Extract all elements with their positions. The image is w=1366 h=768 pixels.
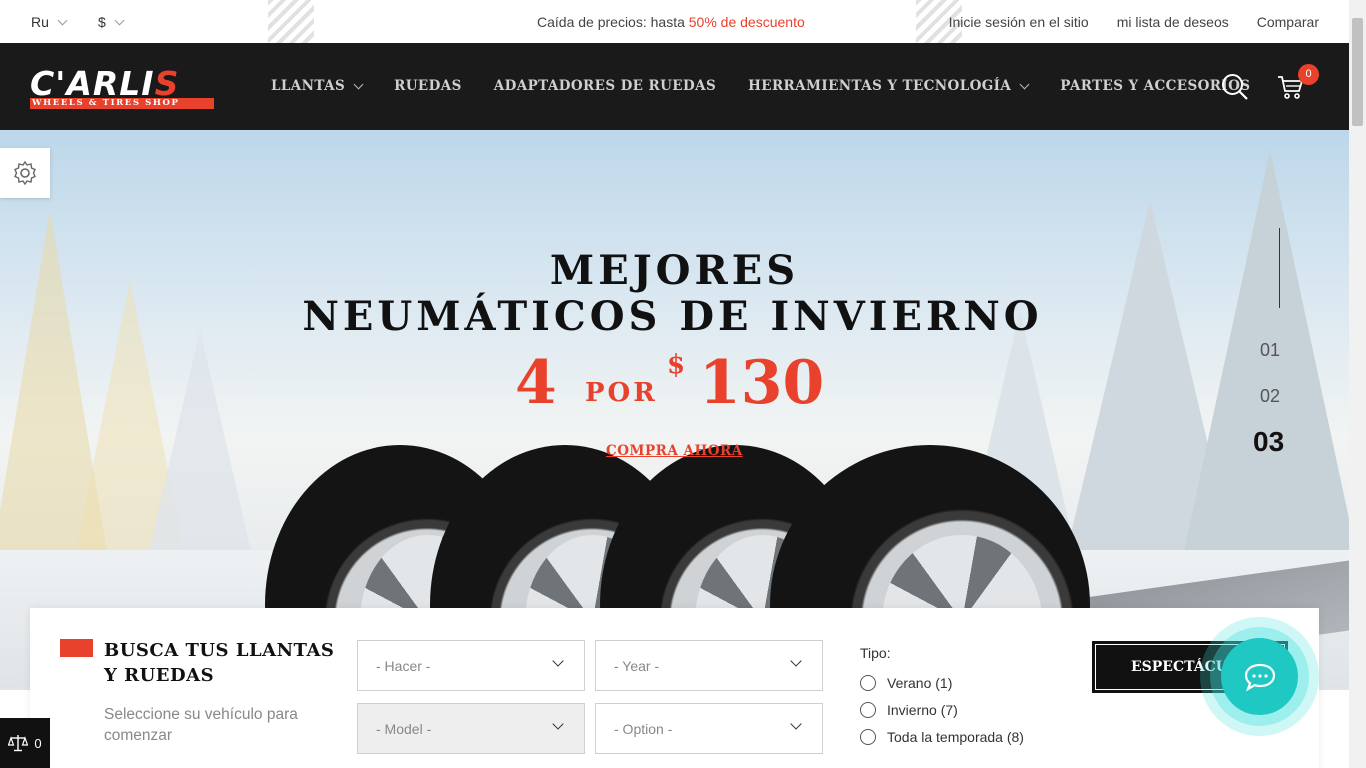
compare-count: 0 xyxy=(34,735,42,751)
search-icon[interactable] xyxy=(1221,73,1249,101)
language-selector[interactable]: Ru xyxy=(31,14,68,30)
chevron-down-icon xyxy=(114,15,125,25)
compare-link[interactable]: Comparar xyxy=(1257,14,1319,30)
slide-number-02[interactable]: 02 xyxy=(1260,386,1280,407)
currency-value: $ xyxy=(98,14,106,30)
top-bar: Ru $ Caída de precios: hasta 50% de desc… xyxy=(0,0,1366,43)
chevron-down-icon xyxy=(1019,79,1030,89)
year-select-value: - Year - xyxy=(614,658,660,674)
search-title: BUSCA TUS LLANTAS Y RUEDAS xyxy=(104,640,335,686)
hero-title-line2: NEUMÁTICOS DE INVIERNO xyxy=(302,293,1043,340)
main-navigation: C'ARLIS WHEELS & TIRES SHOP LLANTAS RUED… xyxy=(0,43,1349,130)
scrollbar-thumb[interactable] xyxy=(1352,18,1363,126)
nav-item-label: LLANTAS xyxy=(271,78,346,94)
search-subtitle: Seleccione su vehículo para comenzar xyxy=(104,706,298,744)
scale-icon xyxy=(8,735,29,752)
login-link[interactable]: Inicie sesión en el sitio xyxy=(949,14,1089,30)
radio-label: Verano (1) xyxy=(887,675,953,691)
year-select[interactable]: - Year - xyxy=(595,640,823,691)
chevron-down-icon xyxy=(552,718,564,730)
radio-label: Toda la temporada (8) xyxy=(887,729,1024,745)
chat-bubble-icon[interactable] xyxy=(1221,638,1298,715)
radio-circle xyxy=(860,702,876,718)
chevron-down-icon xyxy=(790,655,802,667)
promo-text: Caída de precios: hasta xyxy=(537,14,689,30)
nav-menu: LLANTAS RUEDAS ADAPTADORES DE RUEDAS HER… xyxy=(271,78,1250,94)
radio-circle xyxy=(860,729,876,745)
vehicle-search-panel: BUSCA TUS LLANTAS Y RUEDAS Seleccione su… xyxy=(30,608,1319,768)
nav-item-herramientas[interactable]: HERRAMIENTAS Y TECNOLOGÍA xyxy=(748,78,1030,94)
promo-banner: Caída de precios: hasta 50% de descuento xyxy=(537,14,805,30)
option-select[interactable]: - Option - xyxy=(595,703,823,754)
price-por: POR xyxy=(585,378,658,408)
type-radio-verano[interactable]: Verano (1) xyxy=(860,675,952,691)
nav-item-ruedas[interactable]: RUEDAS xyxy=(394,78,462,94)
type-radio-invierno[interactable]: Invierno (7) xyxy=(860,702,958,718)
tire-track-decoration xyxy=(268,0,314,43)
settings-gear-icon[interactable] xyxy=(0,148,50,198)
type-label: Tipo: xyxy=(860,645,891,661)
type-radio-toda-temporada[interactable]: Toda la temporada (8) xyxy=(860,729,1024,745)
chevron-down-icon xyxy=(353,79,364,89)
cart-count-badge: 0 xyxy=(1298,64,1319,85)
hero-title-line1: MEJORES xyxy=(549,247,800,294)
make-select-value: - Hacer - xyxy=(376,658,431,674)
accent-square xyxy=(60,639,93,657)
nav-item-label: HERRAMIENTAS Y TECNOLOGÍA xyxy=(748,78,1012,94)
chevron-down-icon xyxy=(57,15,68,25)
option-select-value: - Option - xyxy=(614,721,673,737)
price-currency: $ xyxy=(667,350,686,380)
make-select[interactable]: - Hacer - xyxy=(357,640,585,691)
promo-highlight[interactable]: 50% de descuento xyxy=(689,14,805,30)
chevron-down-icon xyxy=(790,718,802,730)
hero-slider: MEJORES NEUMÁTICOS DE INVIERNO 4 POR $ 1… xyxy=(0,130,1349,690)
chevron-down-icon xyxy=(552,655,564,667)
radio-label: Invierno (7) xyxy=(887,702,958,718)
radio-circle xyxy=(860,675,876,691)
model-select-value: - Model - xyxy=(376,721,432,737)
model-select[interactable]: - Model - xyxy=(357,703,585,754)
currency-selector[interactable]: $ xyxy=(98,14,125,30)
logo[interactable]: C'ARLIS WHEELS & TIRES SHOP xyxy=(30,67,214,109)
slide-number-01[interactable]: 01 xyxy=(1260,340,1280,361)
shop-now-link[interactable]: COMPRA AHORA xyxy=(606,443,743,459)
slide-progress-line xyxy=(1279,228,1280,308)
logo-tagline: WHEELS & TIRES SHOP xyxy=(30,98,214,109)
price-amount: 130 xyxy=(699,348,825,418)
nav-item-adaptadores[interactable]: ADAPTADORES DE RUEDAS xyxy=(494,78,716,94)
language-value: Ru xyxy=(31,14,49,30)
slide-number-03[interactable]: 03 xyxy=(1253,426,1284,458)
nav-item-label: RUEDAS xyxy=(394,78,462,94)
nav-item-label: ADAPTADORES DE RUEDAS xyxy=(493,78,717,94)
page-scrollbar[interactable] xyxy=(1349,0,1366,768)
wishlist-link[interactable]: mi lista de deseos xyxy=(1117,14,1229,30)
compare-widget[interactable]: 0 xyxy=(0,718,50,768)
price-quantity: 4 xyxy=(515,348,557,418)
nav-item-llantas[interactable]: LLANTAS xyxy=(271,78,364,94)
chat-widget[interactable] xyxy=(1200,617,1319,736)
top-links: Inicie sesión en el sitio mi lista de de… xyxy=(949,14,1319,30)
